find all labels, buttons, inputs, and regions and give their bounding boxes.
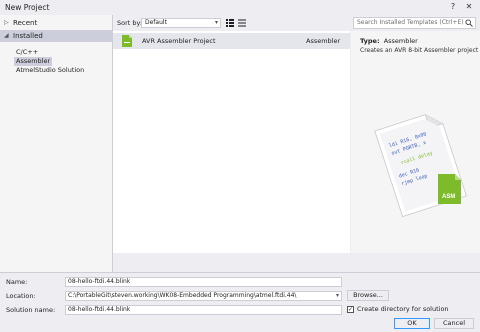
tree-node-label: Installed (13, 32, 43, 40)
name-label: Name: (6, 278, 28, 286)
tree-item-atmelstudio-solution[interactable]: AtmelStudio Solution (14, 66, 86, 75)
list-view-icon[interactable] (237, 18, 247, 28)
search-icon (465, 19, 473, 27)
solution-name-value: 08-hello-ftdi.44.blink (68, 306, 131, 313)
sort-label: Sort by: (117, 19, 143, 27)
create-directory-label: Create directory for solution (357, 305, 449, 313)
template-list: AVR Assembler Project Assembler (113, 31, 350, 253)
sort-value: Default (145, 19, 167, 26)
type-label: Type: (360, 37, 380, 45)
tree-item-assembler[interactable]: Assembler (14, 57, 53, 66)
template-name: AVR Assembler Project (142, 37, 216, 45)
template-tree: ▷ Recent ◢ Installed C/C++ Assembler Atm… (0, 15, 113, 272)
type-line: Type: Assembler (360, 37, 418, 45)
name-input[interactable]: 08-hello-ftdi.44.blink (65, 277, 342, 287)
tree-node-label: Recent (13, 19, 38, 27)
sort-dropdown[interactable]: Default ▾ (141, 18, 221, 28)
chevron-down-icon[interactable]: ▾ (336, 292, 339, 300)
tree-node-recent[interactable]: ▷ Recent (0, 17, 113, 29)
asm-document-illustration: ldi R16, 0x00 out PORTB, x rcall delay d… (374, 114, 467, 218)
sort-toolbar: Sort by: Default ▾ (113, 15, 350, 31)
asm-project-icon (122, 35, 132, 47)
template-language: Assembler (306, 37, 341, 45)
solution-name-label: Solution name: (6, 306, 56, 314)
location-input[interactable]: C:\PortableGit\steven.working\WK08-Embed… (65, 291, 342, 301)
location-value: C:\PortableGit\steven.working\WK08-Embed… (68, 292, 297, 299)
solution-name-input[interactable]: 08-hello-ftdi.44.blink (65, 305, 342, 315)
help-button[interactable]: ? (446, 1, 460, 13)
online-templates-area (113, 254, 350, 272)
type-value: Assembler (383, 37, 418, 45)
chevron-down-icon: ▾ (214, 19, 218, 26)
chevron-down-icon: ◢ (4, 32, 9, 39)
ok-button[interactable]: OK (394, 318, 430, 329)
cancel-button[interactable]: Cancel (434, 318, 474, 329)
window-title: New Project (5, 3, 50, 12)
title-bar: New Project ? ✕ (0, 0, 480, 14)
asm-badge-label: ASM (442, 194, 455, 200)
location-label: Location: (6, 292, 36, 300)
create-directory-checkbox[interactable]: ✓ (347, 306, 354, 313)
tree-node-installed[interactable]: ◢ Installed (0, 30, 113, 42)
template-row[interactable]: AVR Assembler Project Assembler (113, 33, 350, 49)
browse-button[interactable]: Browse... (347, 290, 389, 301)
chevron-right-icon: ▷ (4, 19, 9, 26)
template-description: Creates an AVR 8-bit Assembler project (360, 47, 479, 54)
close-button[interactable]: ✕ (462, 1, 476, 13)
search-placeholder: Search Installed Templates (Ctrl+E) (357, 19, 464, 26)
small-icons-view-icon[interactable] (225, 18, 235, 28)
search-input[interactable]: Search Installed Templates (Ctrl+E) (353, 17, 476, 29)
name-value: 08-hello-ftdi.44.blink (68, 278, 131, 285)
tree-item-cpp[interactable]: C/C++ (14, 48, 40, 57)
asm-badge: ASM (438, 174, 461, 204)
